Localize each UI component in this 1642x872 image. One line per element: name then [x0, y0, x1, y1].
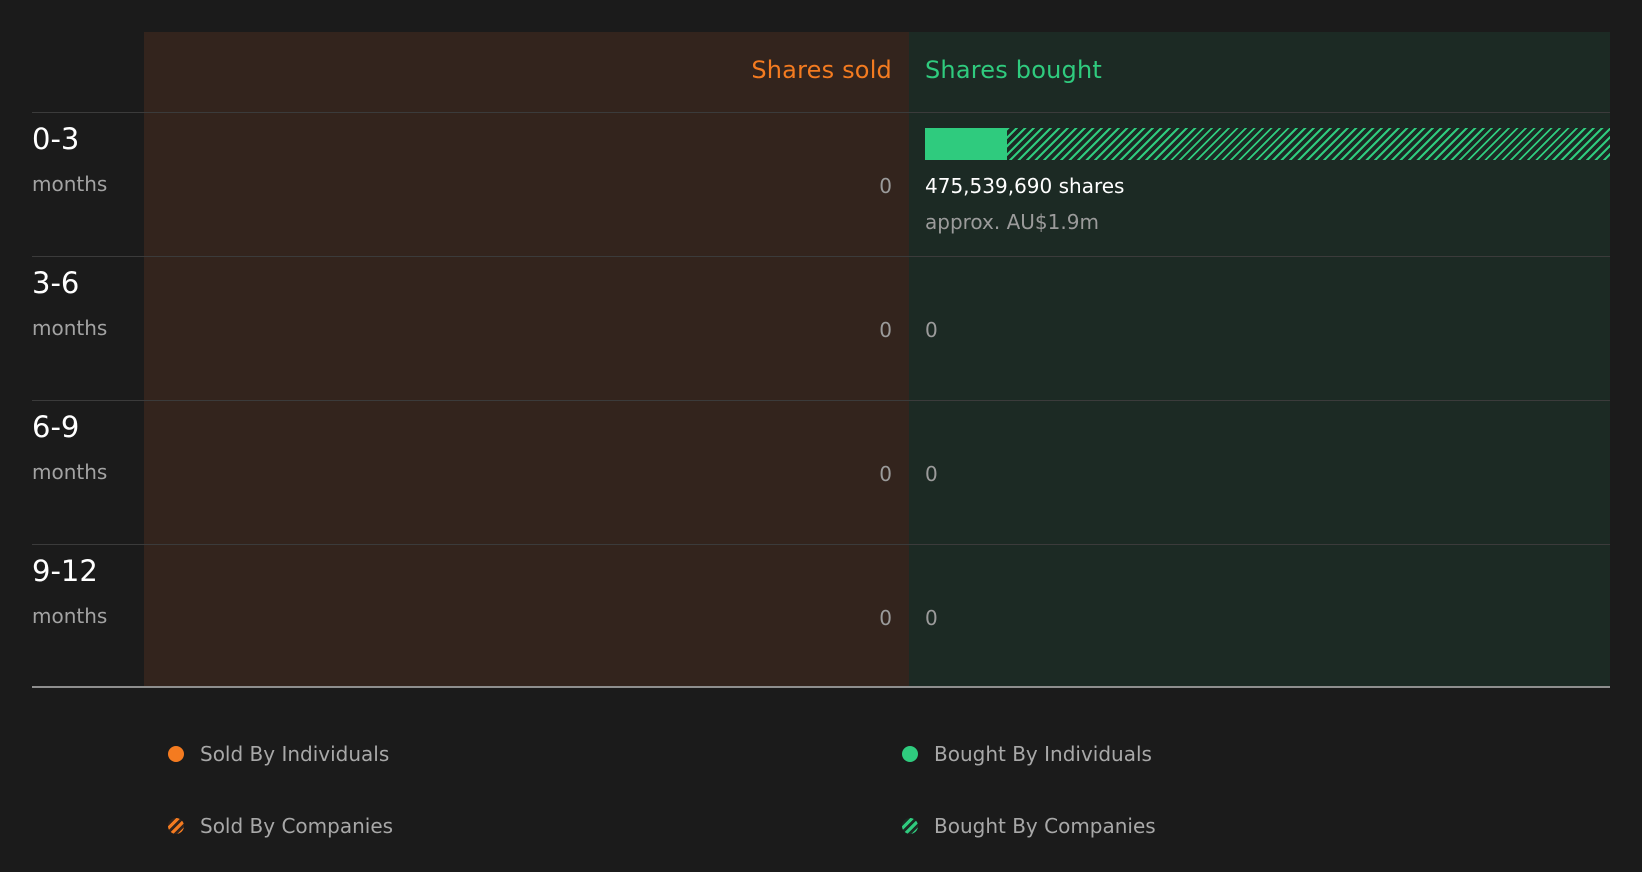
legend-dot-hatched-green-icon	[902, 818, 918, 834]
period-label: 6-9	[32, 410, 80, 444]
bought-shares-label: 475,539,690 shares	[925, 174, 1125, 198]
legend-dot-solid-green-icon	[902, 746, 918, 762]
legend-item-bought-individuals: Bought By Individuals	[902, 739, 1152, 769]
bought-value: 0	[925, 318, 938, 342]
bought-by-companies-bar	[1007, 128, 1610, 160]
insider-trading-chart: Shares sold Shares bought 0-3 months 0 475,…	[0, 0, 1642, 872]
x-axis-line	[32, 686, 1610, 688]
period-label: 9-12	[32, 554, 98, 588]
period-label: 3-6	[32, 266, 80, 300]
period-row: 9-12 months 0 0	[0, 544, 1642, 688]
legend-dot-solid-orange-icon	[168, 746, 184, 762]
legend-label: Sold By Individuals	[200, 742, 390, 766]
period-label: 0-3	[32, 122, 80, 156]
bought-value: 0	[925, 606, 938, 630]
period-row: 3-6 months 0 0	[0, 256, 1642, 400]
period-row: 0-3 months 0 475,539,690 shares approx. AU$1…	[0, 112, 1642, 256]
period-unit: months	[32, 172, 108, 196]
sold-value: 0	[879, 174, 892, 198]
shares-bought-header: Shares bought	[925, 56, 1102, 84]
legend: Sold By Individuals Bought By Individual…	[0, 730, 1642, 872]
legend-item-sold-individuals: Sold By Individuals	[168, 739, 389, 769]
period-unit: months	[32, 460, 108, 484]
legend-label: Sold By Companies	[200, 814, 394, 838]
bought-value-label: approx. AU$1.9m	[925, 210, 1099, 234]
sold-value: 0	[879, 462, 892, 486]
bought-by-individuals-bar	[925, 128, 1008, 160]
period-unit: months	[32, 316, 108, 340]
bought-value: 0	[925, 462, 938, 486]
sold-value: 0	[879, 318, 892, 342]
legend-label: Bought By Individuals	[934, 742, 1152, 766]
legend-dot-hatched-orange-icon	[168, 818, 184, 834]
sold-value: 0	[879, 606, 892, 630]
shares-sold-header: Shares sold	[751, 56, 892, 84]
bought-bar	[925, 128, 1610, 160]
period-row: 6-9 months 0 0	[0, 400, 1642, 544]
period-unit: months	[32, 604, 108, 628]
legend-item-bought-companies: Bought By Companies	[902, 811, 1156, 841]
legend-item-sold-companies: Sold By Companies	[168, 811, 393, 841]
legend-label: Bought By Companies	[934, 814, 1156, 838]
